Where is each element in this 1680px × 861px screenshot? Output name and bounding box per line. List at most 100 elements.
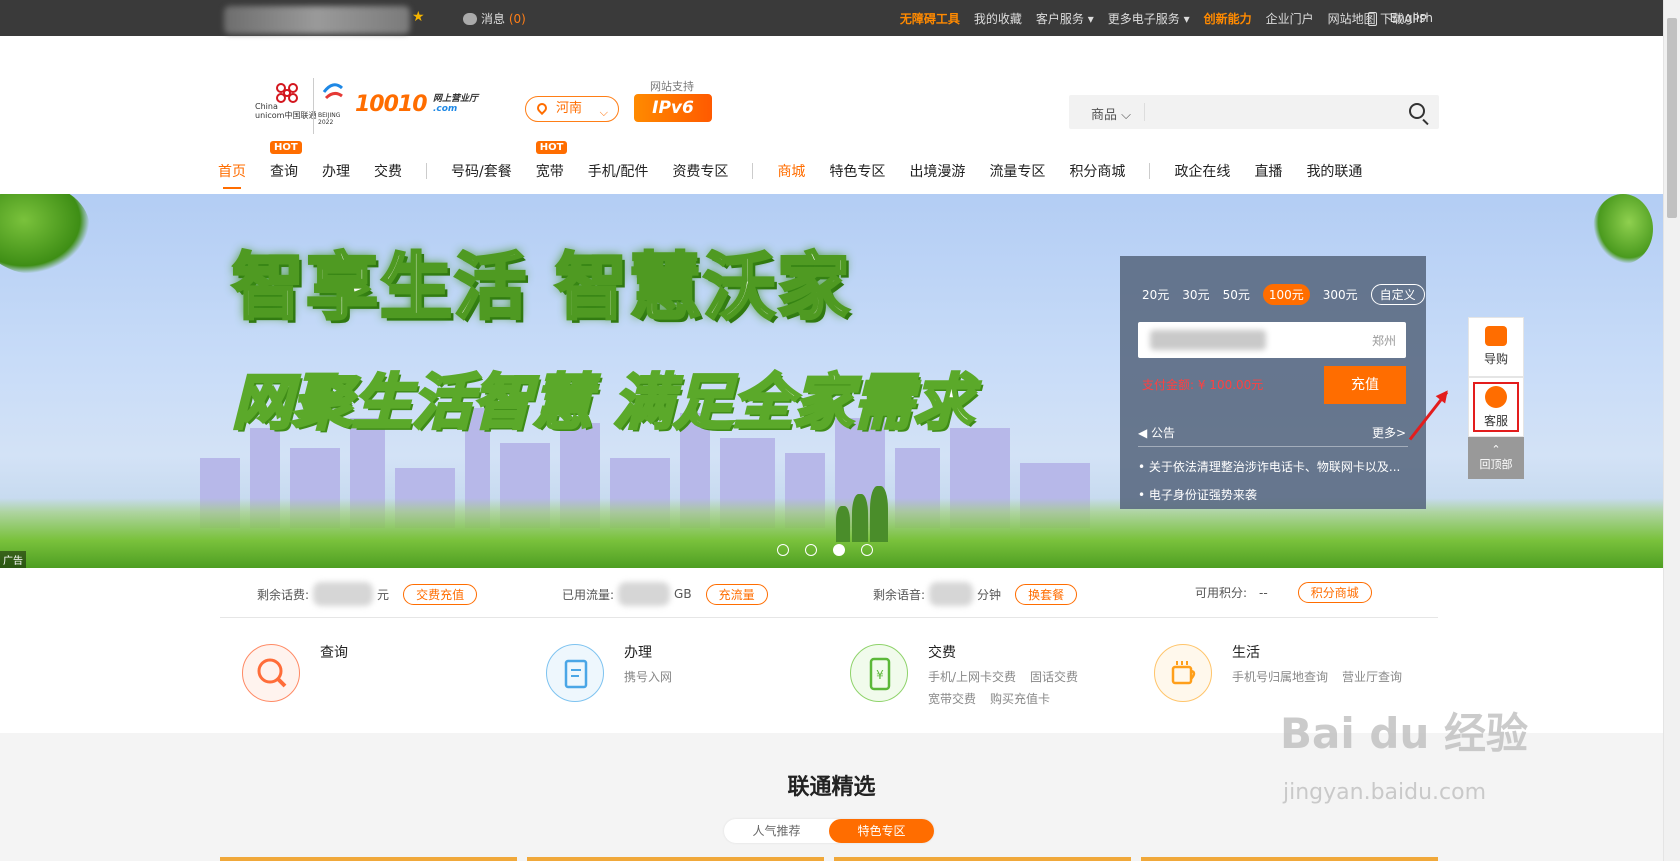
amount-option[interactable]: 20元 (1142, 286, 1169, 303)
recharge-button[interactable]: 充值 (1324, 366, 1406, 404)
flow-label: 已用流量: (562, 587, 615, 602)
notice-item[interactable]: • 电子身份证强势来袭 (1138, 486, 1257, 503)
province-selector[interactable]: 河南 ⌵ (525, 96, 619, 122)
speaker-icon: ◀ (1138, 426, 1152, 440)
service-links: 携号入网 (624, 666, 824, 688)
nav-query[interactable]: HOT 查询 (270, 141, 302, 181)
service-query[interactable]: 查询 (220, 640, 520, 720)
baidu-watermark: Bai du 经验 (1280, 709, 1528, 758)
service-handle[interactable]: 办理 携号入网 (524, 640, 824, 720)
service-title: 交费 (928, 645, 956, 661)
nav-roaming[interactable]: 出境漫游 (909, 161, 965, 181)
service-link[interactable]: 营业厅查询 (1342, 670, 1402, 684)
logo-10010: 10010 (355, 92, 428, 117)
carousel-dot[interactable] (805, 544, 817, 556)
messages-label: 消息 (481, 12, 506, 26)
vertical-scrollbar[interactable] (1663, 0, 1680, 861)
innovation-link[interactable]: 创新能力 (1204, 10, 1252, 27)
amount-options: 20元 30元 50元 100元 300元 自定义 (1142, 284, 1425, 305)
flow-unit: GB (674, 587, 692, 601)
hot-badge: HOT (535, 141, 568, 154)
pay-amount: 支付金额: ¥ 100.00元 (1142, 378, 1264, 392)
floating-toolbar: 导购 客服 ⌃ 回顶部 (1468, 317, 1524, 479)
nav-featured[interactable]: 特色专区 (829, 161, 885, 181)
points-stat: 可用积分: -- 积分商城 (1195, 582, 1372, 603)
enterprise-portal-link[interactable]: 企业门户 (1266, 10, 1314, 27)
service-pay[interactable]: ¥ 交费 手机/上网卡交费 固话交费 宽带交费 购买充值卡 (828, 640, 1128, 720)
amount-option[interactable]: 300元 (1323, 286, 1358, 303)
nav-divider (752, 163, 754, 179)
announcement-more-link[interactable]: 更多> (1372, 424, 1406, 441)
baidu-watermark-url: jingyan.baidu.com (1283, 780, 1487, 805)
nav-tariffs[interactable]: 资费专区 (672, 161, 728, 181)
amount-option-selected[interactable]: 100元 (1262, 284, 1310, 305)
number-city: 郑州 (1371, 334, 1396, 348)
more-eservices-menu[interactable]: 更多电子服务 ▾ (1108, 10, 1190, 27)
nav-phones[interactable]: 手机/配件 (588, 161, 649, 181)
messages-link[interactable]: 消息 (0) (463, 10, 526, 27)
service-link[interactable]: 购买充值卡 (990, 692, 1050, 706)
announcement: ◀ 公告 更多> • 关于依法清理整治涉诈电话卡、物联网卡以及... • 电子身… (1120, 416, 1426, 509)
customer-service-button[interactable]: 客服 (1468, 377, 1524, 437)
search-input[interactable] (1151, 99, 1391, 125)
buy-data-button[interactable]: 充流量 (705, 583, 768, 605)
carousel-dot[interactable] (861, 544, 873, 556)
tab-popular[interactable]: 人气推荐 (724, 819, 829, 843)
phone-number-field[interactable]: 郑州 (1138, 322, 1406, 358)
notice-item[interactable]: • 关于依法清理整治涉诈电话卡、物联网卡以及... (1138, 458, 1406, 475)
change-plan-button[interactable]: 换套餐 (1015, 583, 1078, 605)
search-icon[interactable] (1409, 103, 1425, 119)
back-to-top-button[interactable]: ⌃ 回顶部 (1468, 437, 1524, 479)
user-name-blurred[interactable] (224, 6, 410, 34)
recharge-panel: 20元 30元 50元 100元 300元 自定义 郑州 支付金额: ¥ 100… (1120, 256, 1426, 509)
svg-text:¥: ¥ (876, 668, 884, 682)
star-icon[interactable]: ★ (412, 9, 425, 25)
messages-count: (0) (508, 12, 526, 26)
service-link[interactable]: 携号入网 (624, 670, 672, 684)
nav-handle[interactable]: 办理 (322, 161, 350, 181)
nav-broadband[interactable]: HOT 宽带 (535, 141, 568, 181)
unicom-logo[interactable]: China unicom中国联通 BEIJING 2022 10010 网上营业厅… (255, 78, 485, 138)
custom-amount-button[interactable]: 自定义 (1370, 284, 1425, 305)
nav-live[interactable]: 直播 (1254, 161, 1282, 181)
shopping-guide-button[interactable]: 导购 (1468, 317, 1524, 377)
section-tabs: 人气推荐 特色专区 (724, 819, 934, 843)
service-link[interactable]: 手机号归属地查询 (1232, 670, 1328, 684)
nav-pay[interactable]: 交费 (374, 161, 402, 181)
amount-option[interactable]: 50元 (1223, 286, 1250, 303)
amount-option[interactable]: 30元 (1182, 286, 1209, 303)
favorites-link[interactable]: 我的收藏 (974, 10, 1022, 27)
nav-enterprise[interactable]: 政企在线 (1174, 161, 1230, 181)
arrow-up-icon: ⌃ (1491, 443, 1501, 456)
service-title: 办理 (624, 645, 652, 661)
service-link[interactable]: 宽带交费 (928, 692, 976, 706)
balance-value-blurred (313, 582, 374, 606)
service-link[interactable]: 固话交费 (1030, 670, 1078, 684)
points-mall-button[interactable]: 积分商城 (1297, 582, 1372, 603)
nav-broadband-label: 宽带 (535, 164, 564, 180)
service-link[interactable]: 手机/上网卡交费 (928, 670, 1016, 684)
topup-button[interactable]: 交费充值 (403, 583, 478, 605)
nav-mall[interactable]: 商城 (777, 161, 805, 181)
nav-my-unicom[interactable]: 我的联通 (1306, 161, 1362, 181)
flow-value-blurred (618, 582, 671, 606)
nav-data[interactable]: 流量专区 (989, 161, 1045, 181)
search-bar: 商品 ⌵ (1069, 95, 1439, 129)
nav-numbers[interactable]: 号码/套餐 (451, 161, 512, 181)
accessibility-tools-link[interactable]: 无障碍工具 (900, 10, 960, 27)
customer-service-menu[interactable]: 客户服务 ▾ (1036, 10, 1094, 27)
download-app-link[interactable]: 下载APP (1368, 10, 1427, 27)
carousel-dot-active[interactable] (833, 544, 845, 556)
search-category-select[interactable]: 商品 ⌵ (1091, 104, 1131, 123)
beijing-2022-icon (322, 83, 343, 100)
divider (1138, 446, 1408, 447)
search-divider (1144, 103, 1145, 121)
ipv6-badge[interactable]: 网站支持 IPv6 (634, 78, 714, 122)
nav-home[interactable]: 首页 (218, 161, 246, 189)
scrollbar-thumb[interactable] (1667, 18, 1677, 218)
tab-featured[interactable]: 特色专区 (829, 819, 934, 843)
chevron-down-icon: ⌵ (599, 106, 608, 119)
nav-points-mall[interactable]: 积分商城 (1069, 161, 1125, 181)
carousel-dot[interactable] (777, 544, 789, 556)
leaf-decoration (0, 194, 90, 274)
